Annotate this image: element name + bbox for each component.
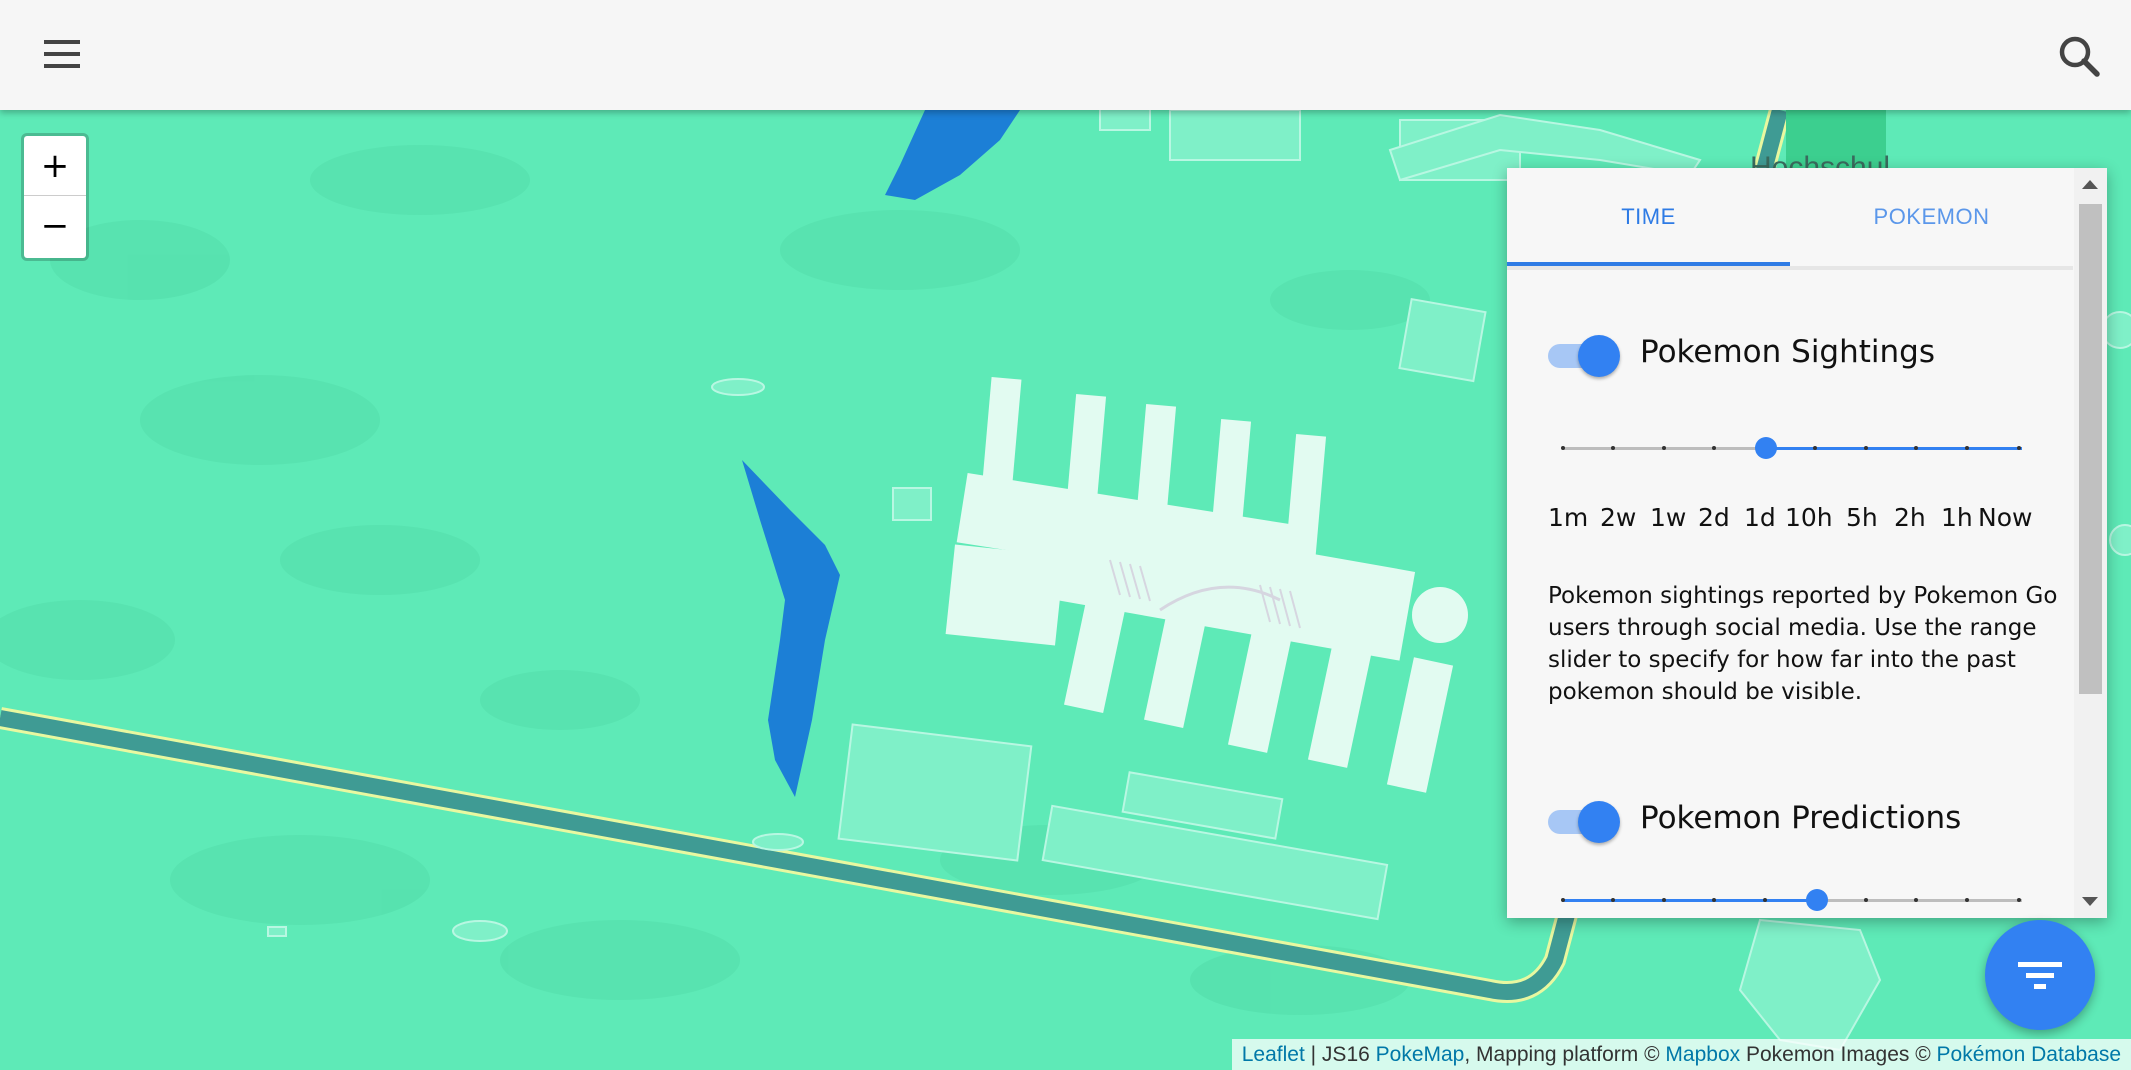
scrollbar-thumb[interactable] [2079, 204, 2102, 694]
attribution-text: Pokemon Images © [1740, 1043, 1937, 1066]
range-label: 1h [1941, 503, 1973, 532]
search-icon[interactable] [2051, 28, 2109, 84]
map-attribution: Leaflet | JS16 PokeMap, Mapping platform… [1231, 1039, 2131, 1070]
tab-pokemon[interactable]: POKEMON [1790, 168, 2073, 266]
filter-icon [2018, 962, 2062, 989]
pokemap-link[interactable]: PokeMap [1376, 1043, 1465, 1066]
range-label: 2h [1894, 503, 1926, 532]
predictions-slider-clip [1507, 885, 2074, 918]
app-bar [0, 0, 2131, 110]
range-label: 1d [1744, 503, 1776, 532]
mapbox-link[interactable]: Mapbox [1665, 1043, 1740, 1066]
range-label: 10h [1785, 503, 1833, 532]
predictions-slider-thumb[interactable] [1806, 889, 1828, 911]
hamburger-menu-icon[interactable] [34, 30, 94, 82]
scroll-up-arrow-icon[interactable] [2082, 180, 2098, 189]
range-label: 2w [1600, 503, 1637, 532]
panel-tabs: TIME POKEMON [1507, 168, 2073, 270]
zoom-in-button[interactable]: + [24, 136, 86, 196]
tab-time[interactable]: TIME [1507, 168, 1790, 266]
zoom-out-button[interactable]: − [24, 196, 86, 255]
active-tab-indicator [1507, 262, 1790, 266]
range-label: 5h [1846, 503, 1878, 532]
range-label: Now [1978, 503, 2033, 532]
leaflet-link[interactable]: Leaflet [1242, 1043, 1305, 1066]
predictions-range-slider[interactable] [1561, 885, 2032, 915]
attribution-text: , Mapping platform © [1464, 1043, 1666, 1066]
predictions-title: Pokemon Predictions [1640, 800, 1962, 836]
range-label: 1m [1548, 503, 1589, 532]
pokemon-database-link[interactable]: Pokémon Database [1937, 1043, 2121, 1066]
filter-fab-button[interactable] [1985, 920, 2095, 1030]
zoom-control: + − [21, 133, 89, 261]
scroll-down-arrow-icon[interactable] [2082, 897, 2098, 906]
range-label: 2d [1698, 503, 1730, 532]
attribution-text: | JS16 [1304, 1043, 1376, 1066]
sightings-description: Pokemon sightings reported by Pokemon Go… [1548, 583, 2058, 705]
panel-scrollbar[interactable] [2074, 168, 2107, 918]
sightings-title: Pokemon Sightings [1640, 334, 1935, 370]
range-labels: 1m 2w 1w 2d 1d 10h 5h 2h 1h Now [1548, 503, 2048, 543]
range-label: 1w [1650, 503, 1687, 532]
sightings-toggle[interactable] [1546, 331, 1622, 379]
predictions-toggle[interactable] [1546, 797, 1622, 845]
sightings-range-slider[interactable] [1561, 433, 2032, 463]
sightings-slider-thumb[interactable] [1755, 437, 1777, 459]
